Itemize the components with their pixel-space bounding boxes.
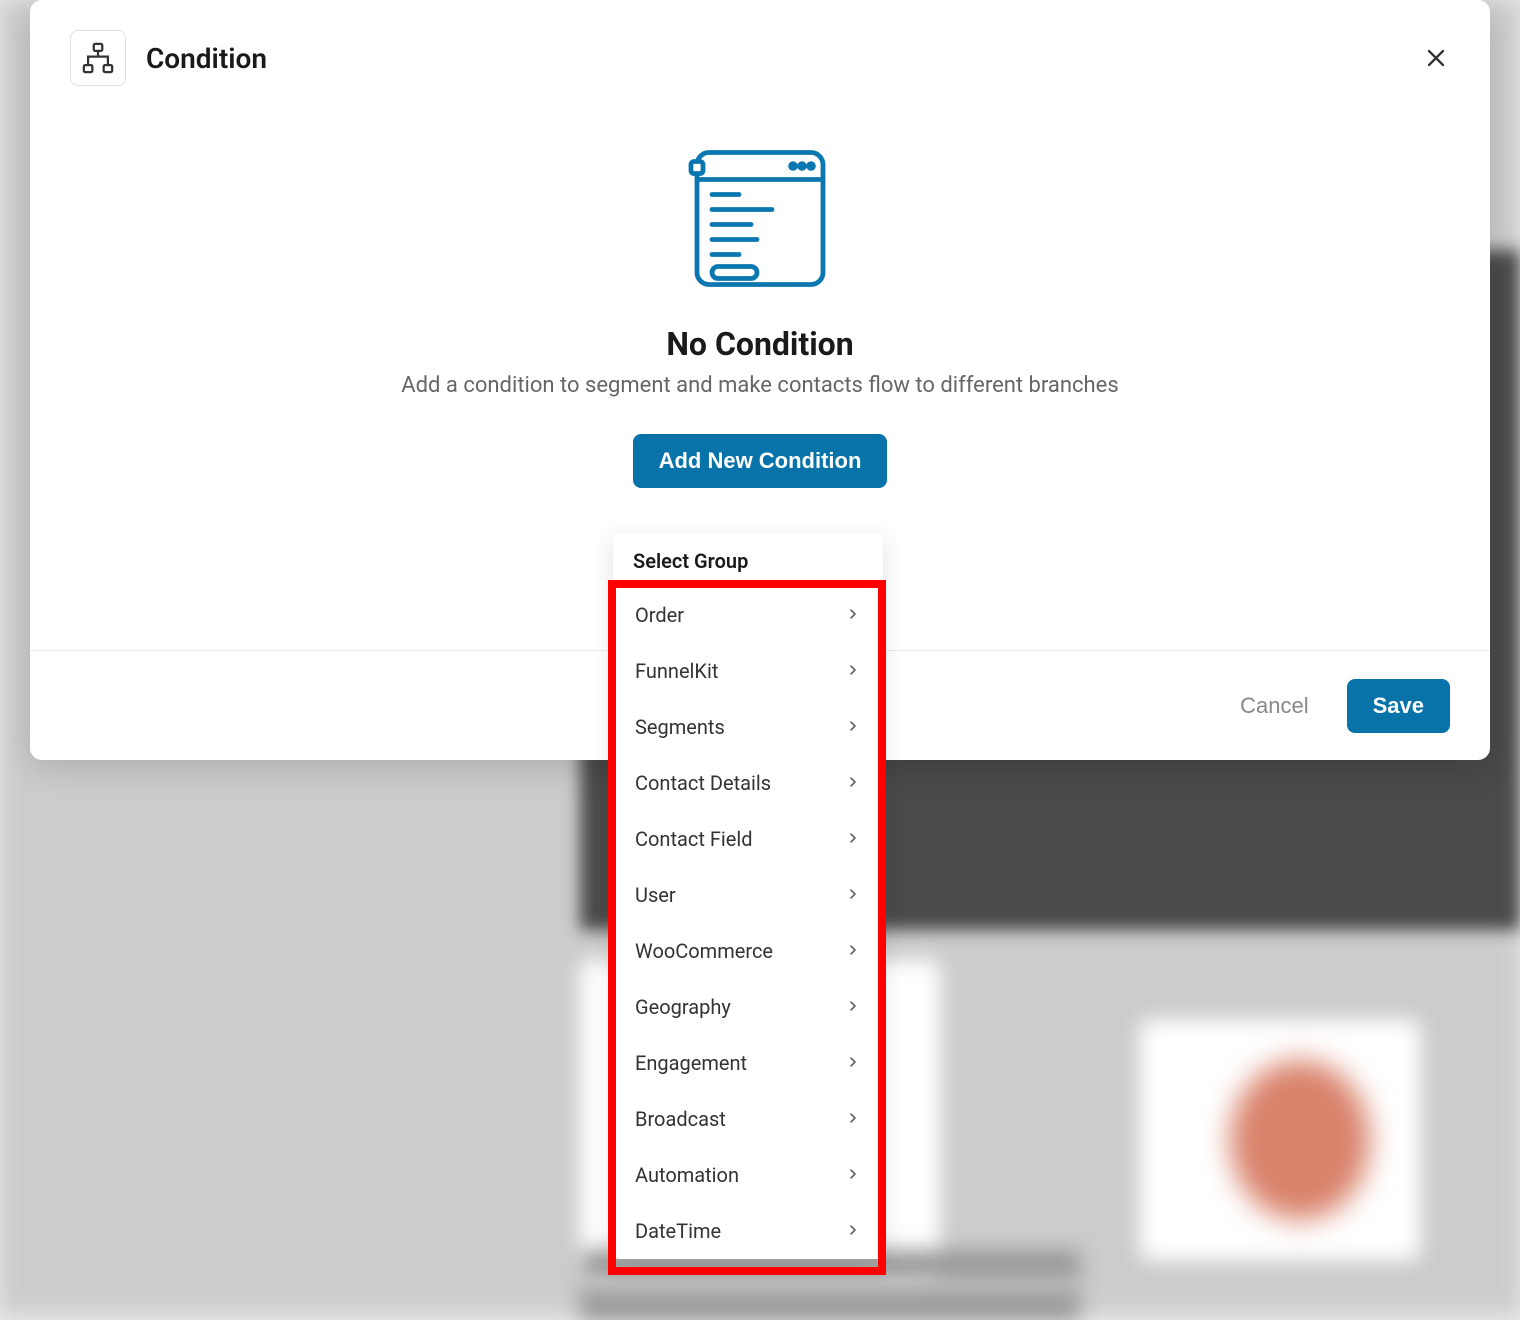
modal-header: Condition [30,0,1490,86]
dropdown-item-label: Contact Details [635,771,771,795]
dropdown-item-label: Geography [635,995,731,1019]
dropdown-list: Order FunnelKit Segments Contact Details… [613,587,883,1259]
dropdown-item-engagement[interactable]: Engagement [613,1035,883,1091]
dropdown-item-label: Broadcast [635,1107,726,1131]
chevron-right-icon [845,1051,861,1075]
chevron-right-icon [845,771,861,795]
modal-title: Condition [146,42,267,75]
dropdown-item-order[interactable]: Order [613,587,883,643]
dropdown-item-label: FunnelKit [635,659,718,683]
dropdown-item-label: Contact Field [635,827,753,851]
chevron-right-icon [845,1107,861,1131]
chevron-right-icon [845,939,861,963]
browser-window-illustration [30,146,1490,295]
chevron-right-icon [845,883,861,907]
chevron-right-icon [845,1219,861,1243]
dropdown-item-contact-details[interactable]: Contact Details [613,755,883,811]
dropdown-item-label: Order [635,603,684,627]
chevron-right-icon [845,1163,861,1187]
close-button[interactable] [1422,44,1450,72]
empty-state-title: No Condition [30,325,1490,363]
dropdown-item-segments[interactable]: Segments [613,699,883,755]
background-text-line [580,1290,1080,1320]
condition-icon [70,30,126,86]
dropdown-item-label: WooCommerce [635,939,773,963]
dropdown-item-label: Automation [635,1163,739,1187]
chevron-right-icon [845,715,861,739]
chevron-right-icon [845,603,861,627]
select-group-dropdown: Select Group Order FunnelKit Segments Co… [613,533,883,1259]
save-button[interactable]: Save [1347,679,1450,733]
dropdown-item-label: User [635,883,676,907]
modal-body: No Condition Add a condition to segment … [30,86,1490,488]
add-new-condition-button[interactable]: Add New Condition [633,434,888,488]
chevron-right-icon [845,995,861,1019]
dropdown-header: Select Group [613,533,883,587]
dropdown-item-label: Segments [635,715,725,739]
empty-state-subtitle: Add a condition to segment and make cont… [30,373,1490,398]
background-blob [1230,1060,1370,1220]
dropdown-item-woocommerce[interactable]: WooCommerce [613,923,883,979]
chevron-right-icon [845,659,861,683]
close-icon [1422,44,1450,72]
dropdown-item-label: DateTime [635,1219,721,1243]
dropdown-item-broadcast[interactable]: Broadcast [613,1091,883,1147]
dropdown-item-datetime[interactable]: DateTime [613,1203,883,1259]
dropdown-item-label: Engagement [635,1051,747,1075]
dropdown-item-funnelkit[interactable]: FunnelKit [613,643,883,699]
cancel-button[interactable]: Cancel [1222,681,1326,731]
dropdown-item-automation[interactable]: Automation [613,1147,883,1203]
dropdown-item-user[interactable]: User [613,867,883,923]
chevron-right-icon [845,827,861,851]
dropdown-item-geography[interactable]: Geography [613,979,883,1035]
dropdown-item-contact-field[interactable]: Contact Field [613,811,883,867]
